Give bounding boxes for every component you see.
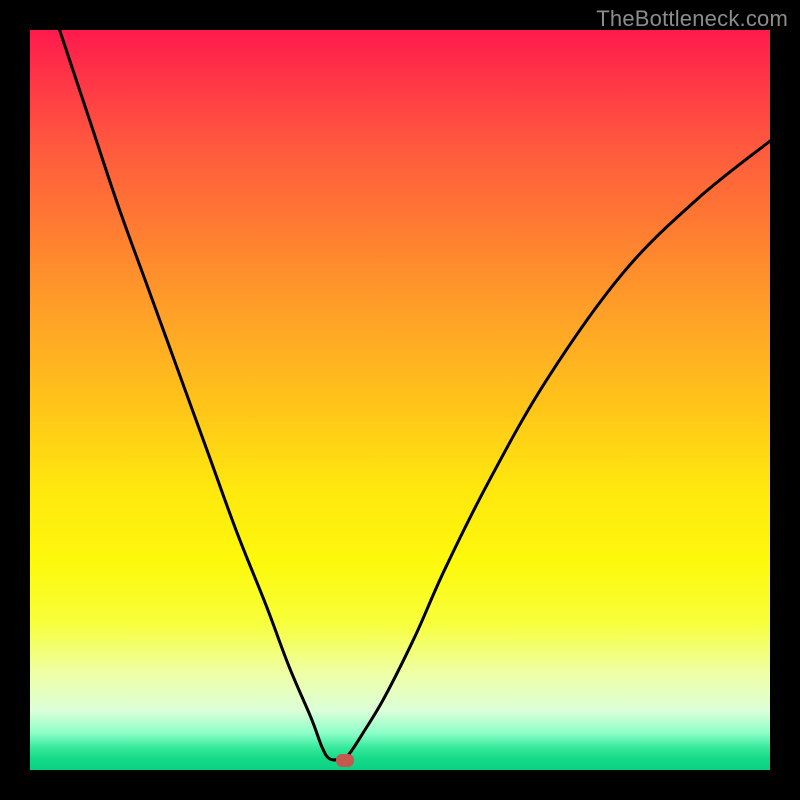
watermark-text: TheBottleneck.com [596, 6, 788, 32]
bottleneck-curve [30, 30, 770, 770]
chart-frame: TheBottleneck.com [0, 0, 800, 800]
optimum-marker [336, 754, 354, 767]
